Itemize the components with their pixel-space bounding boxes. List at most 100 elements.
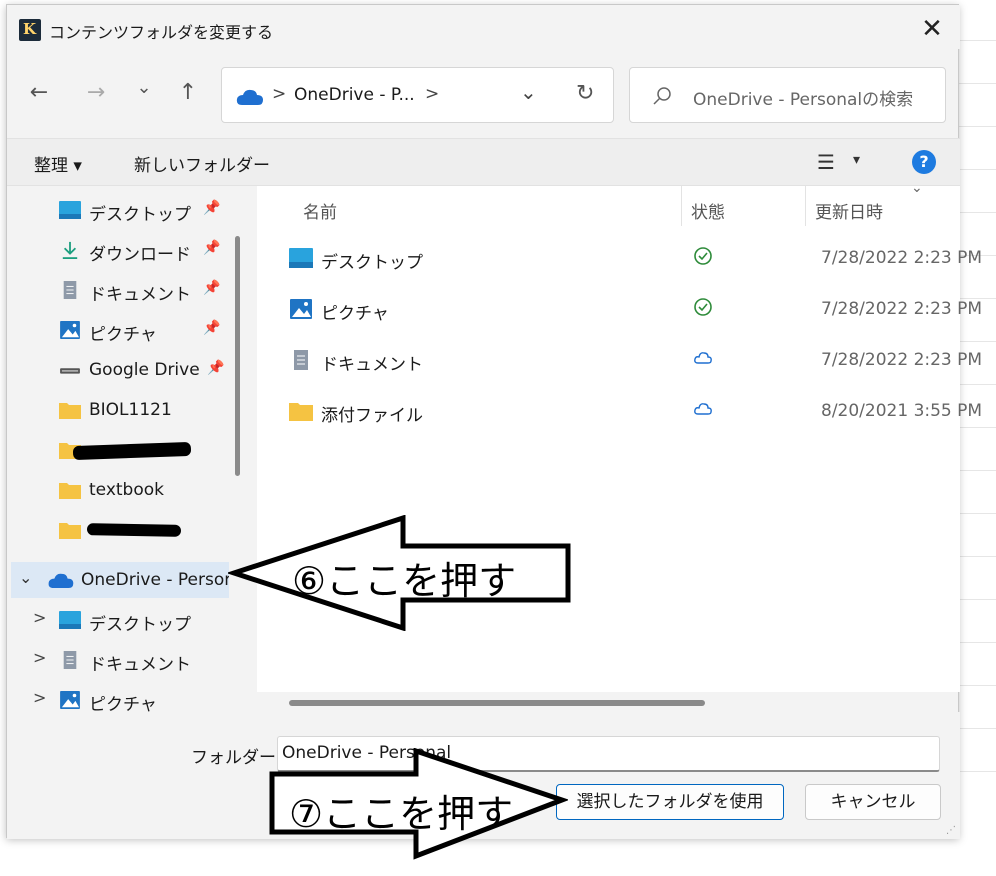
file-modified: 7/28/2022 2:23 PM: [821, 248, 983, 268]
column-header-status[interactable]: 状態: [691, 198, 725, 223]
view-dropdown-icon[interactable]: ▾: [853, 152, 860, 168]
table-row[interactable]: デスクトップ 7/28/2022 2:23 PM: [257, 234, 982, 284]
sidebar-child-documents[interactable]: > ドキュメント: [7, 642, 229, 678]
new-folder-button[interactable]: 新しいフォルダー: [134, 151, 270, 176]
organize-button[interactable]: 整理 ▾: [34, 151, 82, 176]
sort-indicator-icon: ⌄: [911, 180, 923, 196]
sidebar-item-folder[interactable]: BIOL1121: [7, 392, 229, 428]
desktop-icon: [59, 201, 81, 219]
table-row[interactable]: ピクチャ 7/28/2022 2:23 PM: [257, 285, 982, 335]
sidebar-item-label: BIOL1121: [89, 400, 172, 420]
sidebar-child-desktop[interactable]: > デスクトップ: [7, 602, 229, 638]
recent-locations-button[interactable]: ⌄: [129, 73, 159, 103]
sidebar-item-label: デスクトップ: [89, 205, 191, 225]
sidebar-item-onedrive[interactable]: ⌄ OneDrive - Persor: [11, 562, 229, 598]
column-divider[interactable]: [681, 186, 682, 226]
sidebar-item-label: ドキュメント: [89, 285, 191, 305]
sidebar-item-pictures[interactable]: ピクチャ 📌: [7, 312, 229, 348]
sidebar-item-label: Google Drive: [89, 360, 200, 380]
step7-annotation: ⑦ここを押す: [289, 792, 514, 836]
address-location[interactable]: OneDrive - P...: [294, 85, 415, 105]
address-bar[interactable]: > OneDrive - P... > ⌄ ↻: [221, 67, 614, 123]
resize-grip-icon[interactable]: ⋰: [946, 825, 956, 836]
sidebar-item-desktop[interactable]: デスクトップ 📌: [7, 192, 229, 228]
sidebar-item-textbook[interactable]: textbook: [7, 472, 229, 508]
desktop-icon: [289, 248, 313, 268]
sidebar-item-label: ダウンロード: [89, 245, 191, 265]
search-box[interactable]: OneDrive - Personalの検索: [629, 67, 946, 123]
column-header-modified[interactable]: 更新日時: [815, 198, 883, 223]
file-modified: 7/28/2022 2:23 PM: [821, 299, 983, 319]
table-row[interactable]: ドキュメント 7/28/2022 2:23 PM: [257, 336, 982, 386]
pin-icon: 📌: [203, 240, 221, 256]
download-icon: [62, 241, 78, 259]
command-bar: 整理 ▾ 新しいフォルダー ☰ ▾ ?: [7, 138, 960, 186]
file-name: デスクトップ: [321, 253, 423, 273]
address-dropdown-button[interactable]: ⌄: [520, 80, 537, 104]
document-icon: [294, 350, 308, 370]
file-modified: 7/28/2022 2:23 PM: [821, 350, 983, 370]
cloud-only-icon: [694, 352, 712, 364]
expand-chevron-icon[interactable]: >: [33, 688, 46, 707]
sidebar-item-label: デスクトップ: [89, 615, 191, 635]
help-button[interactable]: ?: [912, 150, 936, 174]
pin-icon: 📌: [203, 200, 221, 216]
sidebar-scrollbar[interactable]: [235, 236, 240, 476]
search-icon: [653, 87, 671, 105]
app-icon: [19, 19, 41, 41]
search-placeholder: OneDrive - Personalの検索: [693, 90, 914, 110]
view-options-button[interactable]: ☰: [817, 150, 835, 174]
file-modified: 8/20/2021 3:55 PM: [821, 401, 983, 421]
folder-picker-dialog: コンテンツフォルダを変更する ✕ ← → ⌄ ↑ > OneDrive - P.…: [6, 4, 982, 839]
document-icon: [63, 651, 77, 669]
forward-button[interactable]: →: [81, 78, 111, 108]
address-separator: >: [272, 84, 287, 104]
redaction-mark: [72, 441, 192, 461]
refresh-button[interactable]: ↻: [576, 81, 594, 106]
sidebar-item-documents[interactable]: ドキュメント 📌: [7, 272, 229, 308]
up-button[interactable]: ↑: [173, 78, 203, 108]
table-row[interactable]: 添付ファイル 8/20/2021 3:55 PM: [257, 387, 982, 437]
step6-annotation: ⑥ここを押す: [292, 559, 517, 603]
column-header-name[interactable]: 名前: [303, 198, 337, 223]
synced-check-icon: [694, 298, 712, 316]
file-name: ドキュメント: [321, 355, 423, 375]
sidebar-item-label: textbook: [89, 480, 164, 500]
picture-icon: [60, 321, 80, 339]
folder-icon: [59, 483, 81, 499]
sidebar-item-google-drive[interactable]: Google Drive 📌: [7, 352, 229, 388]
collapse-chevron-icon[interactable]: ⌄: [19, 568, 32, 587]
close-button[interactable]: ✕: [917, 15, 947, 45]
picture-icon: [290, 299, 312, 319]
onedrive-cloud-icon: [48, 573, 74, 589]
sidebar-item-redacted-folder[interactable]: [7, 512, 229, 548]
pin-icon: 📌: [207, 360, 225, 376]
redaction-mark: [86, 523, 182, 537]
sidebar-item-label: OneDrive - Persor: [81, 570, 229, 590]
sidebar-item-downloads[interactable]: ダウンロード 📌: [7, 232, 229, 268]
horizontal-scrollbar[interactable]: [289, 700, 705, 706]
folder-icon: [59, 403, 81, 419]
back-button[interactable]: ←: [24, 78, 54, 108]
synced-check-icon: [694, 247, 712, 265]
onedrive-cloud-icon: [236, 89, 263, 105]
folder-icon: [289, 403, 313, 421]
address-trailing-separator[interactable]: >: [425, 84, 439, 104]
folder-icon: [59, 523, 81, 539]
navigation-pane: デスクトップ 📌 ダウンロード 📌 ドキュメント 📌 ピクチャ 📌 Google…: [7, 186, 247, 715]
file-name: 添付ファイル: [321, 406, 423, 426]
desktop-icon: [59, 611, 81, 629]
select-folder-button[interactable]: 選択したフォルダを使用: [556, 784, 784, 820]
expand-chevron-icon[interactable]: >: [33, 608, 46, 627]
pin-icon: 📌: [203, 280, 221, 296]
background-sheet: [958, 0, 996, 876]
sidebar-child-pictures[interactable]: > ピクチャ: [7, 682, 229, 715]
cancel-button[interactable]: キャンセル: [805, 784, 941, 820]
drive-icon: [60, 368, 80, 374]
sidebar-item-redacted-folder[interactable]: [7, 432, 229, 468]
document-icon: [63, 281, 77, 299]
window-title: コンテンツフォルダを変更する: [49, 23, 274, 42]
expand-chevron-icon[interactable]: >: [33, 648, 46, 667]
column-divider[interactable]: [805, 186, 806, 226]
sidebar-item-label: ピクチャ: [89, 325, 157, 345]
